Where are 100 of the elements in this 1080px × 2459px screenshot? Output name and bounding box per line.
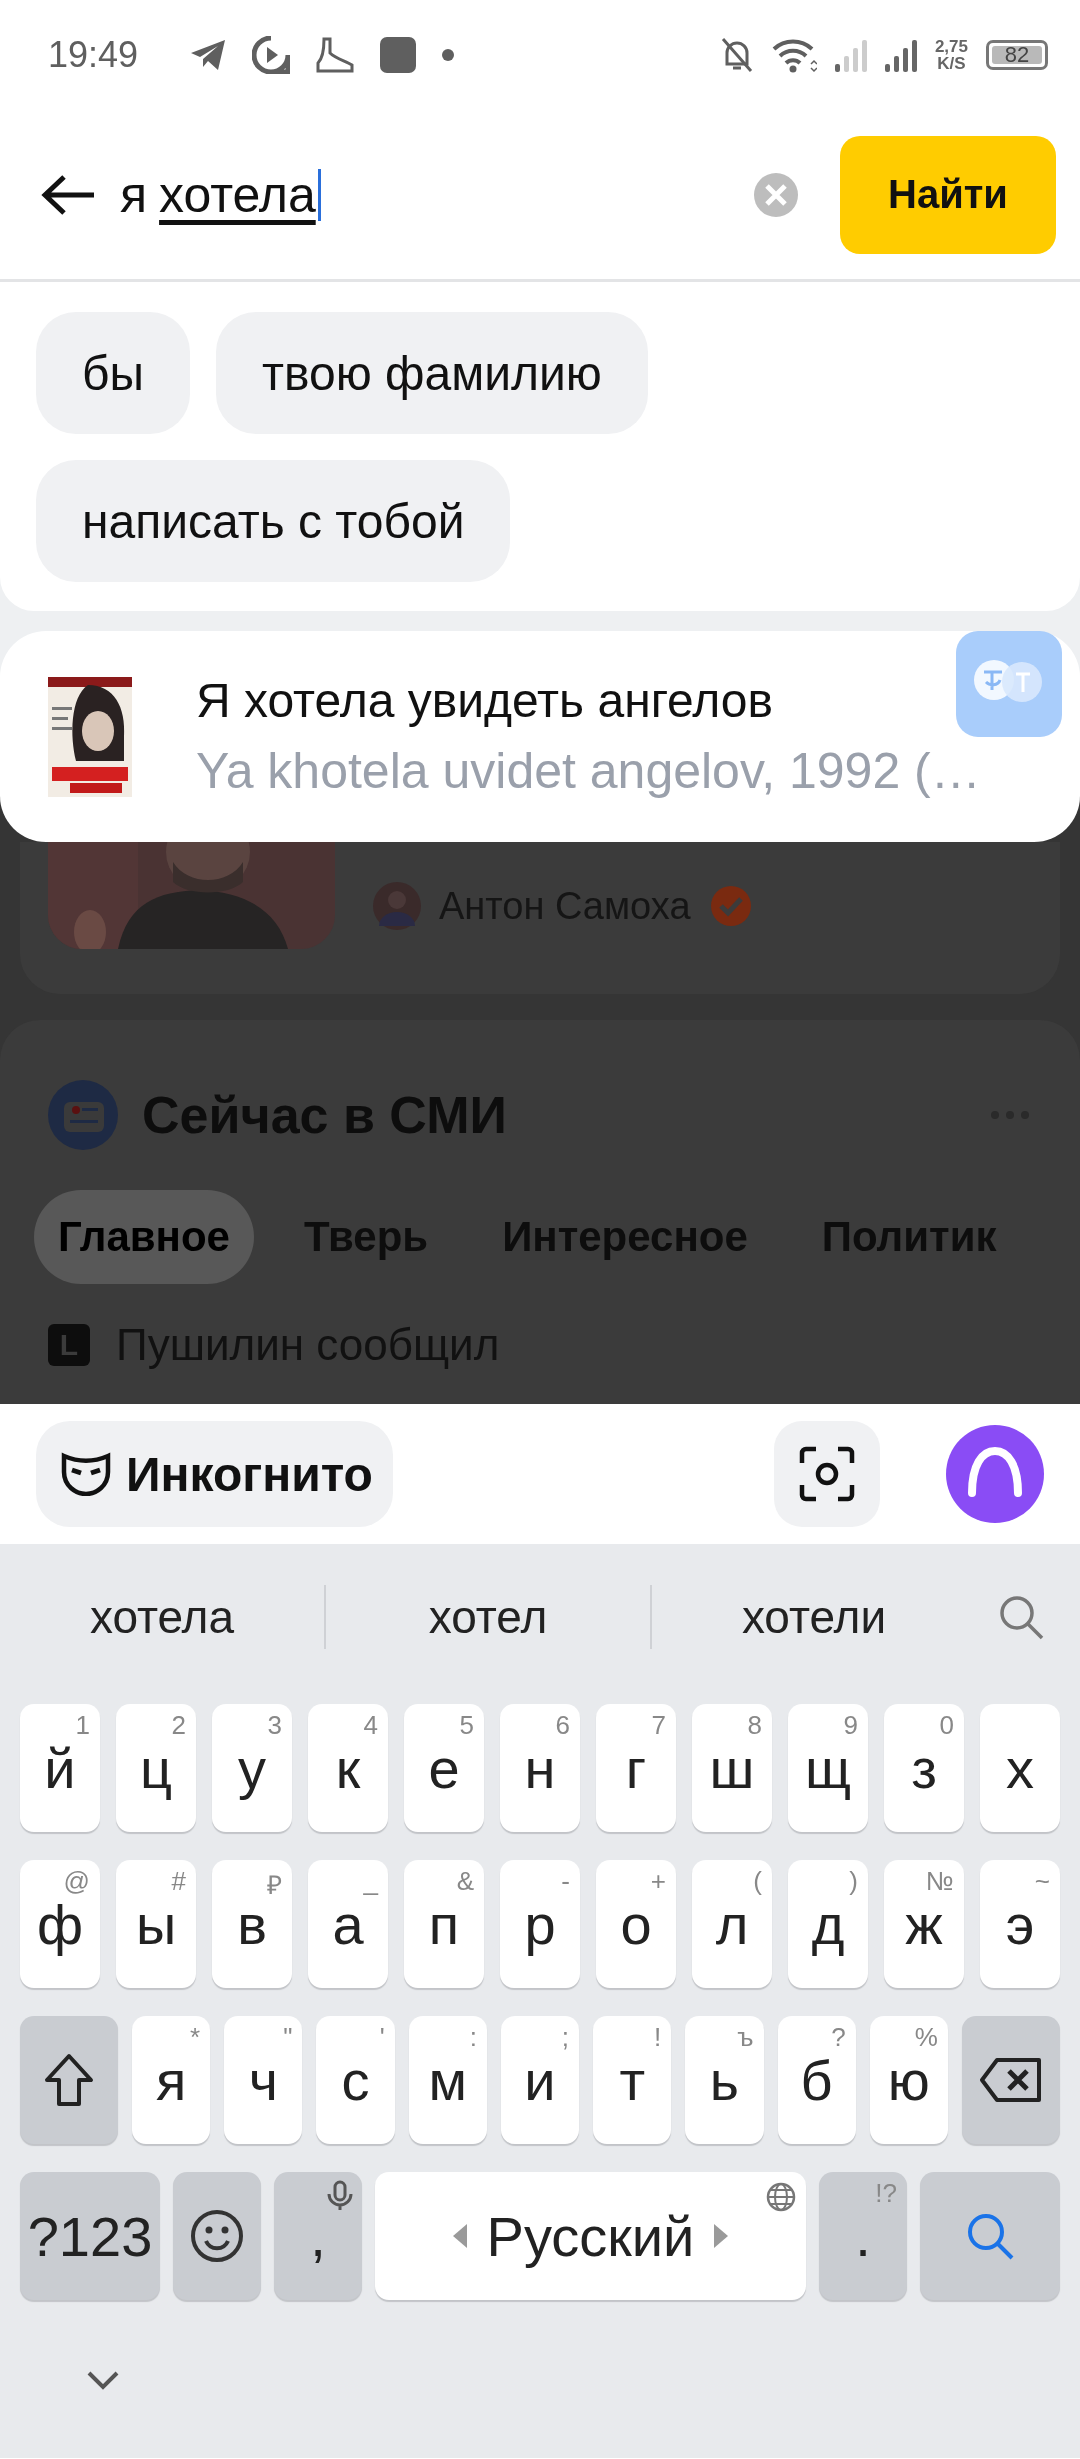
key-hint: 5 <box>459 1710 474 1741</box>
avatar-icon <box>373 882 421 930</box>
key-hint: & <box>456 1866 474 1897</box>
key-hint: % <box>914 2022 938 2053</box>
key-hint: @ <box>63 1866 90 1897</box>
incognito-button[interactable]: Инкогнито <box>36 1421 393 1527</box>
shift-key[interactable] <box>20 2016 118 2144</box>
key-hint: + <box>650 1866 666 1897</box>
key[interactable]: 0 з <box>884 1704 964 1832</box>
hide-keyboard-icon[interactable] <box>86 2370 120 2390</box>
wifi-icon <box>770 37 817 73</box>
suggestion-subtitle: Ya khotela uvidet angelov, 1992 (… <box>196 742 981 800</box>
lens-icon <box>798 1445 856 1503</box>
key-hint: 3 <box>267 1710 282 1741</box>
comma-key[interactable]: , <box>274 2172 362 2300</box>
key-hint: # <box>171 1866 186 1897</box>
speed-unit: K/S <box>937 55 966 72</box>
key-hint: ₽ <box>267 1869 282 1902</box>
key[interactable]: х <box>980 1704 1060 1832</box>
backspace-key[interactable] <box>961 2016 1060 2144</box>
globe-icon <box>766 2182 796 2212</box>
word-suggestion[interactable]: хотела <box>0 1589 324 1644</box>
key[interactable]: 6 н <box>500 1704 580 1832</box>
key[interactable]: ₽ в <box>212 1860 292 1988</box>
key[interactable]: " ч <box>224 2016 303 2144</box>
microphone-icon <box>326 2180 354 2212</box>
clock: 19:49 <box>48 34 139 76</box>
key-hint: 7 <box>651 1710 666 1741</box>
signal-icon <box>834 38 867 72</box>
key[interactable]: ( л <box>692 1860 772 1988</box>
key[interactable]: ъ ь <box>685 2016 764 2144</box>
key[interactable]: ) д <box>788 1860 868 1988</box>
key[interactable]: + о <box>596 1860 676 1988</box>
suggestion-title: Я хотела увидеть ангелов <box>196 673 774 728</box>
key-hint: ' <box>379 2022 385 2053</box>
key[interactable]: 3 у <box>212 1704 292 1832</box>
key[interactable]: % ю <box>869 2016 948 2144</box>
key-hint: !? <box>875 2178 897 2209</box>
key[interactable]: 8 ш <box>692 1704 772 1832</box>
suggestion-card[interactable]: Я хотела увидеть ангелов Ya khotela uvidet angelov, 1992 (… <box>0 631 1080 842</box>
key[interactable]: ? б <box>777 2016 856 2144</box>
search-key[interactable] <box>920 2172 1060 2300</box>
key[interactable]: * я <box>132 2016 211 2144</box>
key-hint: ; <box>561 2022 570 2053</box>
key[interactable]: : м <box>408 2016 487 2144</box>
bell-off-icon <box>720 37 753 73</box>
key[interactable]: 1 й <box>20 1704 100 1832</box>
notification-dot-icon <box>442 49 455 61</box>
key-hint: ~ <box>1034 1866 1050 1897</box>
key-hint: ъ <box>737 2022 754 2053</box>
key-hint: _ <box>363 1866 378 1897</box>
paper-plane-icon <box>190 39 227 71</box>
key[interactable]: ; и <box>500 2016 580 2144</box>
suggestion-chip[interactable]: бы <box>36 312 190 434</box>
key-hint: 1 <box>75 1710 90 1741</box>
camera-search-button[interactable] <box>774 1421 880 1527</box>
key-hint: ? <box>831 2022 846 2053</box>
space-key[interactable]: Русский <box>375 2172 806 2300</box>
shoe-icon <box>316 37 355 73</box>
key[interactable]: ~ э <box>980 1860 1060 1988</box>
key[interactable]: - р <box>500 1860 580 1988</box>
key-hint: 9 <box>843 1710 858 1741</box>
play-icon <box>252 36 291 74</box>
key[interactable]: # ы <box>116 1860 196 1988</box>
key-hint: 8 <box>747 1710 762 1741</box>
key[interactable]: & п <box>404 1860 484 1988</box>
key-hint: " <box>283 2022 293 2053</box>
word-suggestion[interactable]: хотел <box>326 1589 650 1644</box>
key[interactable]: 9 щ <box>788 1704 868 1832</box>
backspace-icon <box>978 2057 1043 2103</box>
suggestion-chip[interactable]: твою фамилию <box>216 312 648 434</box>
word-suggestion[interactable]: хотели <box>652 1589 976 1644</box>
key-hint: ! <box>654 2022 662 2053</box>
key[interactable]: 4 к <box>308 1704 388 1832</box>
key-hint: ( <box>753 1866 762 1897</box>
left-arrow-icon <box>452 2224 467 2248</box>
search-field[interactable]: я хотела <box>120 154 728 235</box>
key-hint: № <box>926 1866 954 1897</box>
shift-icon <box>43 2052 95 2108</box>
key-hint: 6 <box>555 1710 570 1741</box>
back-icon[interactable] <box>40 172 96 217</box>
key[interactable]: ! т <box>593 2016 672 2144</box>
search-button[interactable]: Найти <box>840 135 1056 254</box>
key[interactable]: @ ф <box>20 1860 100 1988</box>
key-hint: : <box>469 2022 477 2053</box>
key[interactable]: ' с <box>316 2016 395 2144</box>
key[interactable]: 5 е <box>404 1704 484 1832</box>
period-key[interactable]: !? . <box>819 2172 907 2300</box>
key-hint: ) <box>849 1866 858 1897</box>
emoji-key[interactable] <box>173 2172 261 2300</box>
right-arrow-icon <box>714 2224 729 2248</box>
key[interactable]: _ а <box>308 1860 388 1988</box>
speed-value: 2,75 <box>934 38 968 55</box>
suggestion-chip[interactable]: написать с тобой <box>36 460 511 582</box>
key-hint: * <box>190 2022 201 2053</box>
key[interactable]: 7 г <box>596 1704 676 1832</box>
symbols-key[interactable]: ?123 <box>20 2172 160 2300</box>
key[interactable]: 2 ц <box>116 1704 196 1832</box>
search-icon <box>965 2211 1015 2261</box>
key[interactable]: № ж <box>884 1860 964 1988</box>
